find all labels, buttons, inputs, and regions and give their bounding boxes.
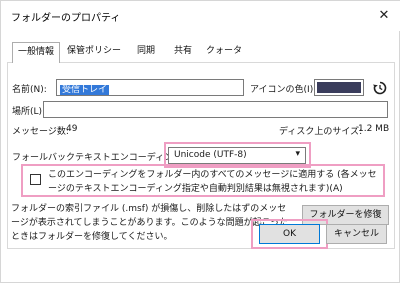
title-bar: フォルダーのプロパティ ✕ bbox=[1, 1, 400, 31]
location-label: 場所(L): bbox=[12, 107, 46, 117]
disk-size-label: ディスク上のサイズ: bbox=[279, 127, 363, 137]
tab-sync[interactable]: 同期 bbox=[133, 42, 159, 62]
tab-retention-policy[interactable]: 保管ポリシー bbox=[64, 42, 124, 62]
name-input[interactable]: 受信トレイ bbox=[56, 79, 244, 96]
disk-size-value: 1.2 MB bbox=[358, 124, 390, 134]
fallback-encoding-select[interactable]: Unicode (UTF-8) ▾ bbox=[168, 147, 306, 164]
chevron-down-icon: ▾ bbox=[295, 149, 300, 159]
cancel-button[interactable]: キャンセル bbox=[326, 224, 387, 244]
index-info-text: フォルダーの索引ファイル (.msf) が損傷し、削除したはずのメッセージが表示… bbox=[11, 204, 289, 242]
ok-button[interactable]: OK bbox=[259, 224, 320, 244]
icon-color-swatch bbox=[317, 82, 361, 93]
reset-color-icon[interactable] bbox=[372, 80, 388, 96]
folder-properties-dialog: フォルダーのプロパティ ✕ 一般情報 保管ポリシー 同期 共有 クォータ 名前(… bbox=[0, 0, 400, 283]
tab-sharing[interactable]: 共有 bbox=[170, 42, 196, 62]
close-button[interactable]: ✕ bbox=[373, 5, 395, 27]
apply-encoding-checkbox-label: このエンコーディングをフォルダー内のすべてのメッセージに適用する (各メッセージ… bbox=[48, 170, 377, 194]
icon-color-button[interactable] bbox=[314, 79, 364, 96]
repair-folder-button[interactable]: フォルダーを修復(R) bbox=[302, 205, 389, 238]
message-count-label: メッセージ数: bbox=[12, 127, 69, 137]
window-title: フォルダーのプロパティ bbox=[11, 13, 121, 24]
fallback-encoding-value: Unicode (UTF-8) bbox=[174, 150, 247, 160]
name-label: 名前(N): bbox=[12, 85, 47, 95]
apply-encoding-checkbox[interactable] bbox=[30, 174, 41, 185]
tab-general[interactable]: 一般情報 bbox=[12, 42, 60, 63]
icon-color-label: アイコンの色(I): bbox=[250, 85, 317, 95]
tab-quota[interactable]: クォータ bbox=[206, 42, 242, 62]
message-count-value: 49 bbox=[66, 124, 78, 134]
location-input[interactable] bbox=[43, 101, 388, 118]
name-input-value: 受信トレイ bbox=[60, 85, 110, 95]
